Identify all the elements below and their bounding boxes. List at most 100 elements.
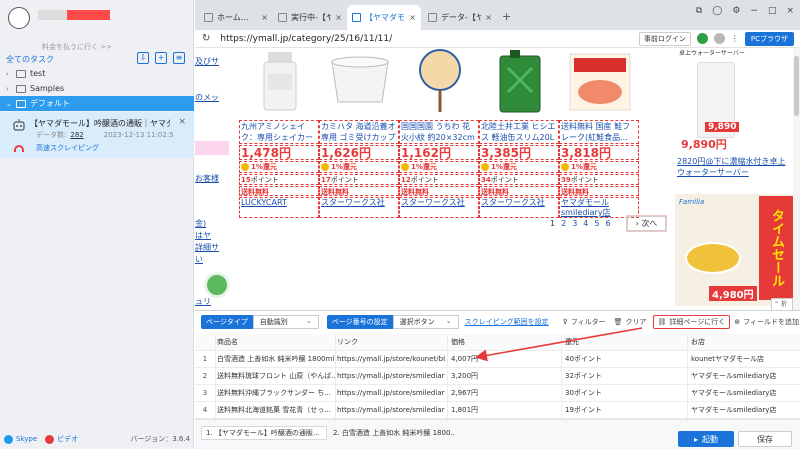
scroll-thumb[interactable] xyxy=(794,56,799,116)
all-tasks-title[interactable]: 全てのタスク xyxy=(6,54,54,65)
cell-shop[interactable]: ヤマダモールsmilediary店 xyxy=(691,368,791,385)
table-row[interactable]: 4 送料無料北海道銘菓 雪花青（せっ... https://ymall.jp/s… xyxy=(195,402,800,419)
new-tab-icon[interactable]: + xyxy=(502,10,511,23)
cell-points[interactable]: 19ポイント xyxy=(565,402,687,419)
close-icon[interactable]: × xyxy=(485,13,492,22)
ad-water-server[interactable]: 卓上ウォーターサーバー 9,890 9,890円 xyxy=(675,48,793,152)
cell-link[interactable]: https://ymall.jp/store/kounet/b08/c... xyxy=(337,351,445,368)
cell-price[interactable]: 3,200円 xyxy=(451,368,561,385)
reload-icon[interactable]: ↻ xyxy=(202,33,210,44)
cell-points[interactable]: 30ポイント xyxy=(565,385,687,402)
column-header[interactable]: 価格 xyxy=(451,334,561,351)
nav-link[interactable]: い xyxy=(195,254,229,265)
page-1[interactable]: 1 xyxy=(550,219,555,228)
upgrade-link[interactable]: 料金を払うに行く >> xyxy=(42,42,112,52)
column-header[interactable]: 還元 xyxy=(565,334,687,351)
settings-icon[interactable]: ≡ xyxy=(173,52,185,64)
cell-price[interactable]: 1,801円 xyxy=(451,402,561,419)
cell-shop[interactable]: ヤマダモールsmilediary店 xyxy=(691,402,791,419)
page-5[interactable]: 5 xyxy=(594,219,599,228)
fold-button[interactable]: ⌃ 折る xyxy=(771,298,793,310)
next-page-button[interactable]: › 次へ xyxy=(626,216,667,231)
product-card[interactable]: カミハタ 海道沿蓋オ専用 ゴミ受けカップ 1,626円 1%還元 17ポイント … xyxy=(319,48,399,218)
close-icon[interactable]: × xyxy=(335,13,342,22)
profile-icon[interactable] xyxy=(713,33,725,44)
restore-icon[interactable]: ⧉ xyxy=(696,6,702,16)
nav-link[interactable]: ュリ xyxy=(195,296,229,307)
tree-item-test[interactable]: › test xyxy=(0,66,194,81)
product-card[interactable]: 北陸土井工業 ヒシエス 軽油缶スリム20L 3,385円 1%還元 34ポイント… xyxy=(479,48,559,218)
add-task-icon[interactable]: + xyxy=(155,52,167,64)
product-shop[interactable]: スターワークス社 xyxy=(319,197,399,218)
page-3[interactable]: 3 xyxy=(572,219,577,228)
tab-data[interactable]: データ-【ヤ...× xyxy=(423,5,497,30)
scrape-range-link[interactable]: スクレイピング範囲を設定 xyxy=(465,317,549,327)
minimize-icon[interactable]: − xyxy=(750,6,758,16)
run-button[interactable]: ▸ 起動 xyxy=(678,431,734,447)
filter-button[interactable]: ⊽ フィルター xyxy=(563,317,606,327)
product-name[interactable]: 九州アミノシェイク：専用シェイカー 4... xyxy=(239,120,319,144)
vertical-scrollbar[interactable] xyxy=(793,48,800,310)
close-icon[interactable]: × xyxy=(261,13,268,22)
product-shop[interactable]: スターワークス社 xyxy=(399,197,479,218)
cell-name[interactable]: 送料無料琉球フロント 山原（やんば... xyxy=(217,368,335,385)
page-number-select[interactable]: 選択ボタン ⌄ xyxy=(392,315,459,329)
video-link[interactable]: ビデオ xyxy=(45,434,78,444)
cell-points[interactable]: 40ポイント xyxy=(565,351,687,368)
close-icon[interactable]: × xyxy=(786,6,794,16)
pc-browser-button[interactable]: PCブラウザ xyxy=(744,31,794,46)
cell-link[interactable]: https://ymall.jp/store/smilediaryww/... xyxy=(337,368,445,385)
close-icon[interactable]: × xyxy=(178,117,186,127)
add-field-button[interactable]: ⊕ フィールドを追加 xyxy=(734,317,799,327)
save-button[interactable]: 保存 xyxy=(738,431,792,447)
page-2[interactable]: 2 xyxy=(561,219,566,228)
import-icon[interactable]: ⇩ xyxy=(137,52,149,64)
url-field[interactable]: https://ymall.jp/category/25/16/11/11/ xyxy=(220,34,639,44)
nav-link[interactable]: お客様 xyxy=(195,173,229,184)
clear-button[interactable]: 🗑 クリア xyxy=(614,317,647,327)
tab-running[interactable]: 実行中-【ヤ...× xyxy=(273,5,347,30)
page-4[interactable]: 4 xyxy=(583,219,588,228)
avatar[interactable] xyxy=(8,7,30,29)
extension-icon[interactable] xyxy=(696,33,708,44)
maximize-icon[interactable]: □ xyxy=(768,6,777,16)
gear-icon[interactable]: ⚙ xyxy=(732,6,740,16)
nav-link[interactable]: のメッ xyxy=(195,92,229,103)
pre-login-button[interactable]: 事前ログイン xyxy=(638,31,691,46)
tab-home[interactable]: ホーム... × xyxy=(199,5,273,30)
product-shop[interactable]: スターワークス社 xyxy=(479,197,559,218)
cell-link[interactable]: https://ymall.jp/store/smilediaryww/... xyxy=(337,402,445,419)
result-tab-1[interactable]: 1. 【ヤマダモール】吟醸酒の通販... xyxy=(201,426,327,440)
product-name[interactable]: 国国国園 うちわ 花火小紋 約20×32cm xyxy=(399,120,479,144)
tree-item-samples[interactable]: › Samples xyxy=(0,81,194,96)
tab-yamada[interactable]: 【ヤマダモ... × xyxy=(347,5,421,30)
cell-shop[interactable]: kounetヤマダモール店 xyxy=(691,351,791,368)
tree-item-default[interactable]: ⌄ デフォルト xyxy=(0,96,194,111)
column-header[interactable]: リンク xyxy=(337,334,445,351)
task-item[interactable]: 【ヤマダモール】吟醸酒の通販｜ヤマダ電... × データ数:282 2023-12… xyxy=(0,112,194,158)
product-card[interactable]: 送料無料 国産 鮭フレーク(紅鮭食品... 3,818円 1%還元 39ポイント… xyxy=(559,48,639,218)
ad-pot[interactable]: Familia タイムセール 4,980円 xyxy=(675,194,793,306)
cell-points[interactable]: 32ポイント xyxy=(565,368,687,385)
table-row[interactable]: 3 送料無料沖縄ブラックサンダー ち... https://ymall.jp/s… xyxy=(195,385,800,402)
ad-link[interactable]: 2820円@下に濃縮水付き卓上ウォーターサーバー xyxy=(677,156,793,178)
column-header[interactable]: お店 xyxy=(691,334,791,351)
cell-price[interactable]: 2,967円 xyxy=(451,385,561,402)
assistant-bubble[interactable] xyxy=(204,272,230,298)
product-shop[interactable]: ヤマダモールsmilediary店 xyxy=(559,197,639,218)
account-icon[interactable]: ◯ xyxy=(712,6,722,16)
nav-link[interactable]: 及びサ xyxy=(195,56,229,67)
product-name[interactable]: カミハタ 海道沿蓋オ専用 ゴミ受けカップ xyxy=(319,120,399,144)
product-name[interactable]: 北陸土井工業 ヒシエス 軽油缶スリム20L xyxy=(479,120,559,144)
data-count[interactable]: 282 xyxy=(70,131,83,139)
product-card[interactable]: 国国国園 うちわ 花火小紋 約20×32cm 1,162円 1%還元 12ポイン… xyxy=(399,48,479,218)
cell-price[interactable]: 4,007円 xyxy=(451,351,561,368)
close-icon[interactable]: × xyxy=(409,13,416,22)
cell-link[interactable]: https://ymall.jp/store/smilediaryww/... xyxy=(337,385,445,402)
more-icon[interactable]: ⋮ xyxy=(731,34,739,43)
product-card[interactable]: 九州アミノシェイク：専用シェイカー 4... 1,478円 1%還元 15ポイン… xyxy=(239,48,319,218)
page-6[interactable]: 6 xyxy=(605,219,610,228)
cell-name[interactable]: 白雪酒造 上善如水 純米吟醸 1800ml xyxy=(217,351,335,368)
page-type-select[interactable]: 自動識別 ⌄ xyxy=(252,315,319,329)
go-detail-page-button[interactable]: ⛓ 詳細ページに行く xyxy=(652,315,731,329)
